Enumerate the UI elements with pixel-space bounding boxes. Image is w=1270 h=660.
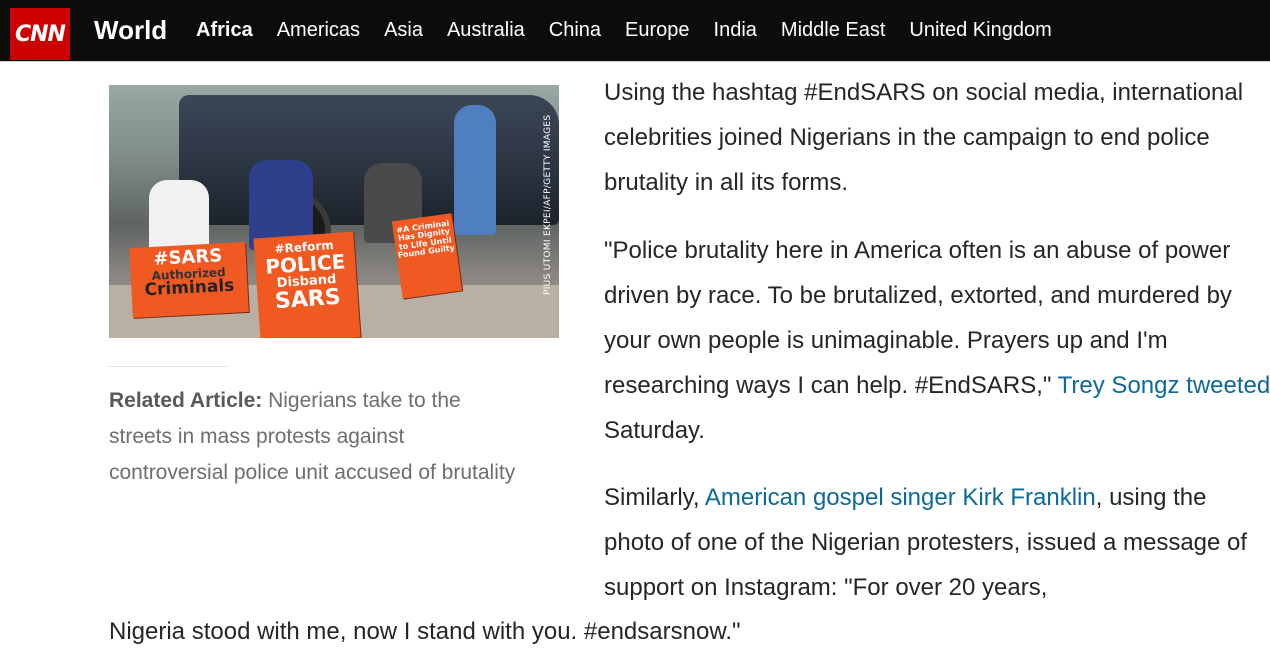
protest-sign-2: #Reform POLICE Disband SARS	[253, 231, 361, 338]
nav-item-americas[interactable]: Americas	[277, 19, 360, 42]
nav-item-united-kingdom[interactable]: United Kingdom	[909, 19, 1051, 42]
protest-sign-3: #A Criminal Has Dignity to Life Until Fo…	[391, 213, 463, 299]
nav-item-australia[interactable]: Australia	[447, 19, 525, 42]
related-article-photo[interactable]: #SARS Authorized Criminals #Reform POLIC…	[109, 85, 559, 338]
nav-item-africa[interactable]: Africa	[196, 19, 253, 42]
cnn-logo[interactable]: CNN	[10, 8, 70, 60]
nav-item-middle-east[interactable]: Middle East	[781, 19, 886, 42]
related-divider	[109, 366, 229, 367]
paragraph-2-tail: Saturday.	[604, 417, 705, 444]
police-officer	[454, 105, 496, 235]
related-article-label: Related Article:	[109, 389, 263, 412]
kirk-franklin-link[interactable]: American gospel singer Kirk Franklin	[705, 484, 1096, 511]
paragraph-3-prefix: Similarly,	[604, 484, 705, 511]
section-title-world[interactable]: World	[94, 15, 167, 46]
nav-item-asia[interactable]: Asia	[384, 19, 423, 42]
sign-1-line-3: Criminals	[144, 276, 235, 301]
article-paragraph-2: "Police brutality here in America often …	[604, 228, 1270, 453]
trey-songz-tweet-link[interactable]: Trey Songz tweeted	[1058, 372, 1270, 399]
nav-item-india[interactable]: India	[714, 19, 757, 42]
region-nav: Africa Americas Asia Australia China Eur…	[196, 19, 1076, 42]
photo-credit: PIUS UTOMI EKPEI/AFP/GETTY IMAGES	[543, 114, 553, 295]
nav-item-europe[interactable]: Europe	[625, 19, 690, 42]
nav-item-china[interactable]: China	[549, 19, 601, 42]
article-paragraph-3: Similarly, American gospel singer Kirk F…	[604, 475, 1264, 610]
protest-sign-1: #SARS Authorized Criminals	[129, 242, 249, 318]
related-article-link[interactable]: Related Article: Nigerians take to the s…	[109, 383, 529, 491]
article-paragraph-1: Using the hashtag #EndSARS on social med…	[604, 79, 1244, 196]
top-nav-bar: CNN World Africa Americas Asia Australia…	[0, 0, 1270, 62]
article-paragraph-3-continued: Nigeria stood with me, now I stand with …	[109, 618, 741, 645]
